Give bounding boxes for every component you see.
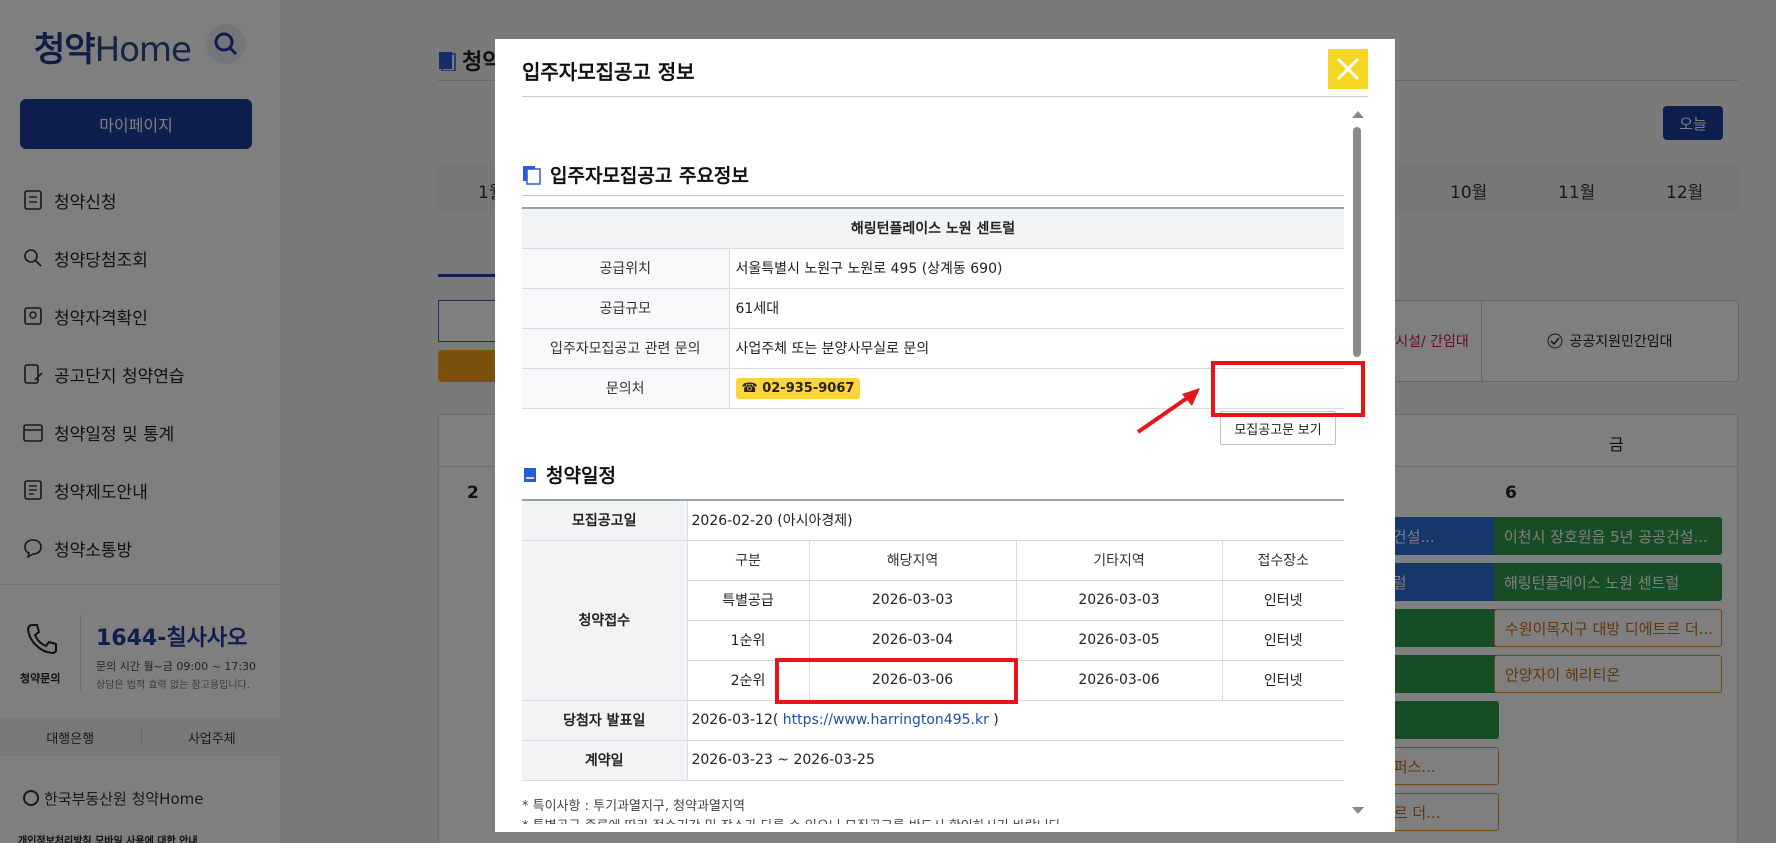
column-header: 기타지역 bbox=[1015, 540, 1222, 581]
scroll-thumb[interactable] bbox=[1353, 127, 1361, 357]
winner-date: 2026-03-12 bbox=[691, 712, 773, 728]
schedule-table: 모집공고일 2026-02-20 (아시아경제) 청약접수 구분 해당지역 기타… bbox=[522, 499, 1344, 781]
table-cell: 2026-03-04 bbox=[808, 620, 1016, 661]
note-supply: * 특별공급 종류에 따라 접수기간 및 장소가 다를 수 있으니 모집공고를 … bbox=[522, 815, 1065, 824]
schedule-value: 2026-02-20 (아시아경제) bbox=[687, 500, 1344, 541]
note-special: * 특이사항 : 투기과열지구, 청약과열지역 bbox=[522, 799, 745, 814]
modal-close-button[interactable] bbox=[1328, 49, 1368, 89]
column-header: 해당지역 bbox=[808, 540, 1016, 581]
phone-chip[interactable]: ☎ 02-935-9067 bbox=[735, 377, 861, 399]
schedule-label: 당첨자 발표일 bbox=[522, 700, 688, 741]
schedule-label: 모집공고일 bbox=[522, 500, 688, 541]
table-cell: 2026-03-03 bbox=[1015, 580, 1222, 621]
notice-modal: 입주자모집공고 정보 입주자모집공고 주요정보 해링턴플레이스 노원 센트럴 공… bbox=[495, 39, 1395, 832]
schedule-label: 계약일 bbox=[522, 740, 688, 781]
doc-icon bbox=[523, 165, 541, 185]
info-label: 문의처 bbox=[522, 368, 730, 409]
table-cell: 2026-03-03 bbox=[808, 580, 1016, 621]
modal-body: 입주자모집공고 주요정보 해링턴플레이스 노원 센트럴 공급위치 서울특별시 노원… bbox=[522, 109, 1352, 824]
highlight-box-notice bbox=[1211, 361, 1365, 417]
close-icon bbox=[1336, 57, 1360, 81]
column-header: 접수장소 bbox=[1221, 540, 1344, 581]
section-schedule-title: 청약일정 bbox=[522, 461, 616, 488]
modal-title: 입주자모집공고 정보 bbox=[522, 60, 695, 84]
modal-scrollbar[interactable] bbox=[1351, 109, 1364, 824]
winner-value: 2026-03-12( https://www.harrington495.kr… bbox=[687, 700, 1344, 741]
section-rule bbox=[522, 195, 1344, 196]
table-cell: 2026-03-05 bbox=[1015, 620, 1222, 661]
table-cell: 인터넷 bbox=[1221, 620, 1344, 661]
paren-open: ( bbox=[772, 712, 783, 728]
schedule-value: 2026-03-23 ~ 2026-03-25 bbox=[687, 740, 1344, 781]
table-row: 청약접수 구분 해당지역 기타지역 접수장소 bbox=[522, 540, 1344, 701]
schedule-icon bbox=[524, 467, 536, 482]
info-label: 공급위치 bbox=[522, 248, 730, 289]
table-cell: 2026-03-06 bbox=[1015, 660, 1222, 701]
table-row: 모집공고일 2026-02-20 (아시아경제) bbox=[522, 500, 1344, 541]
table-row: 공급위치 서울특별시 노원구 노원로 495 (상계동 690) bbox=[522, 248, 1344, 289]
table-cell: 1순위 bbox=[687, 620, 809, 661]
info-label: 공급규모 bbox=[522, 288, 730, 329]
scroll-down-arrow[interactable] bbox=[1352, 807, 1364, 814]
section-main-info-title: 입주자모집공고 주요정보 bbox=[522, 161, 749, 188]
table-cell: 인터넷 bbox=[1221, 580, 1344, 621]
table-cell: 특별공급 bbox=[687, 580, 809, 621]
info-value: 서울특별시 노원구 노원로 495 (상계동 690) bbox=[729, 248, 1344, 289]
table-cell: 인터넷 bbox=[1221, 660, 1344, 701]
scroll-up-arrow[interactable] bbox=[1352, 111, 1364, 118]
schedule-label: 청약접수 bbox=[522, 540, 688, 701]
table-row: 당첨자 발표일 2026-03-12( https://www.harringt… bbox=[522, 700, 1344, 741]
complex-name: 해링턴플레이스 노원 센트럴 bbox=[522, 208, 1344, 249]
modal-title-rule bbox=[522, 96, 1368, 97]
red-arrow-icon bbox=[1136, 388, 1200, 434]
info-label: 입주자모집공고 관련 문의 bbox=[522, 328, 730, 369]
paren-close: ) bbox=[988, 712, 999, 728]
table-row: 공급규모 61세대 bbox=[522, 288, 1344, 329]
winner-url-link[interactable]: https://www.harrington495.kr bbox=[783, 712, 989, 728]
highlight-box-url bbox=[775, 658, 1018, 704]
table-row: 계약일 2026-03-23 ~ 2026-03-25 bbox=[522, 740, 1344, 781]
info-value: 61세대 bbox=[729, 288, 1344, 329]
column-header: 구분 bbox=[687, 540, 809, 581]
